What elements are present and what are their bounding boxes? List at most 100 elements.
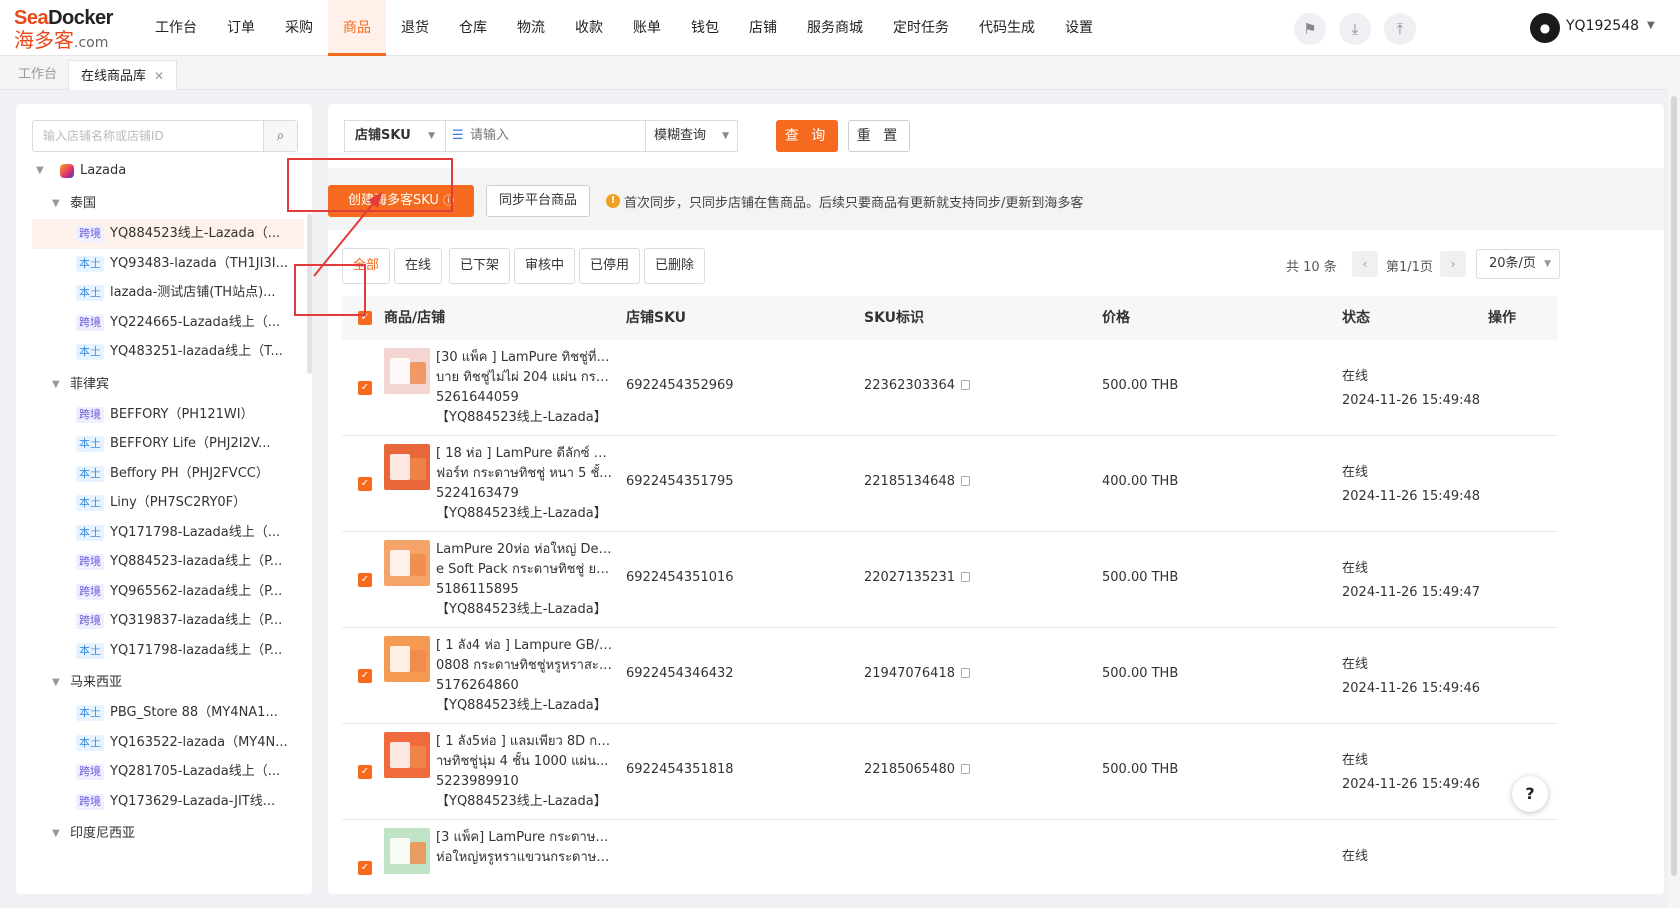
prev-page-button[interactable]: ‹ — [1352, 251, 1378, 277]
next-page-button[interactable]: › — [1440, 251, 1466, 277]
row-checkbox[interactable]: ✓ — [358, 765, 372, 779]
status-tab-2[interactable]: 已下架 — [449, 248, 511, 284]
create-sku-button[interactable]: 创建海多客SKU ⓘ — [328, 185, 474, 217]
product-thumbnail[interactable] — [384, 444, 430, 490]
product-title-line1[interactable]: [ 18 ห่อ ] LamPure ดีลักซ์ คอม — [436, 444, 612, 464]
username[interactable]: YQ192548 — [1566, 18, 1639, 34]
nav-item-1[interactable]: 订单 — [212, 0, 270, 56]
page-tab-home[interactable]: 工作台 — [6, 60, 69, 90]
tree-group-3[interactable]: ▼ 印度尼西亚 — [16, 819, 312, 849]
product-title-line1[interactable]: [30 แพ็ค ] LamPure ทิชชู่ที่นุ่มส — [436, 348, 612, 368]
product-title-line2[interactable]: ฟอร์ท กระดาษทิชชู่ หนา 5 ชั้... — [436, 464, 612, 484]
row-checkbox[interactable]: ✓ — [358, 381, 372, 395]
shop-search-input[interactable] — [33, 121, 263, 151]
upload-icon[interactable]: ⤒ — [1384, 13, 1416, 45]
nav-item-2[interactable]: 采购 — [270, 0, 328, 56]
nav-item-6[interactable]: 物流 — [502, 0, 560, 56]
row-checkbox[interactable]: ✓ — [358, 477, 372, 491]
row-checkbox[interactable]: ✓ — [358, 669, 372, 683]
tree-group-1[interactable]: ▼ 菲律宾 — [16, 370, 312, 400]
product-title-line1[interactable]: [ 1 ลัง4 ห่อ ] Lampure GB/T 2 — [436, 636, 612, 656]
query-input[interactable] — [470, 121, 640, 149]
product-title-line1[interactable]: [3 แพ็ค] LamPure กระดาษทิชชู่ — [436, 828, 612, 848]
search-icon[interactable]: ⌕ — [263, 121, 297, 151]
product-title-line2[interactable]: e Soft Pack กระดาษทิชชู่ ยก... — [436, 560, 612, 580]
chevron-down-icon[interactable]: ▼ — [52, 819, 60, 849]
shop-item[interactable]: 本土 BEFFORY Life（PHJ2I2V... — [16, 429, 312, 459]
reset-button[interactable]: 重 置 — [848, 120, 910, 152]
tree-group-0[interactable]: ▼ 泰国 — [16, 189, 312, 219]
copy-icon[interactable] — [960, 476, 970, 486]
product-title-line1[interactable]: [ 1 ลัง5ห่อ ] แลมเพียว 8D กระด — [436, 732, 612, 752]
nav-item-5[interactable]: 仓库 — [444, 0, 502, 56]
shop-item[interactable]: 跨境 YQ281705-Lazada线上（... — [16, 757, 312, 787]
status-tab-1[interactable]: 在线 — [394, 248, 443, 284]
chevron-down-icon[interactable]: ▼ — [52, 668, 60, 698]
shop-item[interactable]: 本土 YQ171798-Lazada线上（... — [16, 518, 312, 548]
chevron-down-icon[interactable]: ▼ — [52, 370, 60, 400]
sync-products-button[interactable]: 同步平台商品 — [486, 185, 590, 217]
status-tab-3[interactable]: 审核中 — [514, 248, 576, 284]
copy-icon[interactable] — [960, 572, 970, 582]
chevron-down-icon[interactable]: ▼ — [52, 189, 60, 219]
product-title-line2[interactable]: บาย ทิชชู่ไม่ไผ่ 204 แผ่น กระ... — [436, 368, 612, 388]
status-tab-5[interactable]: 已删除 — [644, 248, 706, 284]
field-select[interactable]: 店铺SKU ▼ — [344, 120, 446, 152]
nav-item-8[interactable]: 账单 — [618, 0, 676, 56]
shop-item[interactable]: 本土 lazada-测试店铺(TH站点)... — [16, 278, 312, 308]
nav-item-13[interactable]: 代码生成 — [964, 0, 1050, 56]
close-icon[interactable]: ✕ — [154, 69, 164, 83]
logo[interactable]: SeaDocker 海多客.com — [14, 7, 124, 51]
announcement-icon[interactable]: ⚑ — [1294, 13, 1326, 45]
product-thumbnail[interactable] — [384, 828, 430, 874]
shop-item[interactable]: 本土 Liny（PH7SC2RY0F） — [16, 488, 312, 518]
nav-item-14[interactable]: 设置 — [1050, 0, 1108, 56]
tree-platform[interactable]: ▼ Lazada — [16, 156, 312, 186]
shop-item[interactable]: 跨境 YQ884523线上-Lazada（... — [32, 219, 304, 249]
row-checkbox[interactable]: ✓ — [358, 861, 372, 875]
product-title-line1[interactable]: LamPure 20ห่อ ห่อใหญ่ Delux — [436, 540, 612, 560]
tree-group-2[interactable]: ▼ 马来西亚 — [16, 668, 312, 698]
product-thumbnail[interactable] — [384, 348, 430, 394]
shop-item[interactable]: 本土 Beffory PH（PHJ2FVCC） — [16, 459, 312, 489]
shop-item[interactable]: 跨境 BEFFORY（PH121WI） — [16, 400, 312, 430]
shop-item[interactable]: 本土 YQ163522-lazada（MY4N... — [16, 728, 312, 758]
download-icon[interactable]: ⤓ — [1339, 13, 1371, 45]
nav-item-4[interactable]: 退货 — [386, 0, 444, 56]
match-mode-select[interactable]: 模糊查询 ▼ — [646, 120, 738, 152]
product-title-line2[interactable]: 0808 กระดาษทิชชู่หรูหราสะอ... — [436, 656, 612, 676]
row-checkbox[interactable]: ✓ — [358, 573, 372, 587]
shop-item[interactable]: 本土 YQ93483-lazada（TH1JI3I... — [16, 249, 312, 279]
user-avatar[interactable]: ● — [1530, 13, 1560, 43]
shop-item[interactable]: 本土 PBG_Store 88（MY4NA1... — [16, 698, 312, 728]
product-title-line2[interactable]: ห่อใหญ่หรูหราแขวนกระดาษทิ... — [436, 848, 612, 868]
chevron-down-icon[interactable]: ▼ — [1647, 20, 1655, 31]
select-all-checkbox[interactable]: ✓ — [358, 311, 372, 325]
shop-item[interactable]: 本土 YQ483251-lazada线上（T... — [16, 337, 312, 367]
nav-item-10[interactable]: 店铺 — [734, 0, 792, 56]
nav-item-9[interactable]: 钱包 — [676, 0, 734, 56]
product-thumbnail[interactable] — [384, 732, 430, 778]
nav-item-0[interactable]: 工作台 — [140, 0, 212, 56]
nav-item-7[interactable]: 收款 — [560, 0, 618, 56]
page-scrollbar[interactable] — [1668, 56, 1680, 908]
page-tab-current[interactable]: 在线商品库 ✕ — [68, 60, 178, 90]
shop-item[interactable]: 跨境 YQ965562-lazada线上（P... — [16, 577, 312, 607]
status-tab-0[interactable]: 全部 — [342, 248, 391, 284]
shop-item[interactable]: 跨境 YQ884523-lazada线上（P... — [16, 547, 312, 577]
page-size-select[interactable]: 20条/页 ▼ — [1476, 249, 1560, 279]
query-button[interactable]: 查 询 — [776, 120, 838, 152]
shop-item[interactable]: 跨境 YQ319837-lazada线上（P... — [16, 606, 312, 636]
nav-item-3[interactable]: 商品 — [328, 0, 386, 56]
sidebar-scrollbar[interactable] — [307, 214, 312, 374]
product-thumbnail[interactable] — [384, 636, 430, 682]
status-tab-4[interactable]: 已停用 — [579, 248, 641, 284]
product-thumbnail[interactable] — [384, 540, 430, 586]
shop-item[interactable]: 跨境 YQ173629-Lazada-JIT线... — [16, 787, 312, 817]
nav-item-11[interactable]: 服务商城 — [792, 0, 878, 56]
copy-icon[interactable] — [960, 380, 970, 390]
copy-icon[interactable] — [960, 668, 970, 678]
shop-item[interactable]: 本土 YQ171798-lazada线上（P... — [16, 636, 312, 666]
shop-item[interactable]: 跨境 YQ224665-Lazada线上（... — [16, 308, 312, 338]
nav-item-12[interactable]: 定时任务 — [878, 0, 964, 56]
